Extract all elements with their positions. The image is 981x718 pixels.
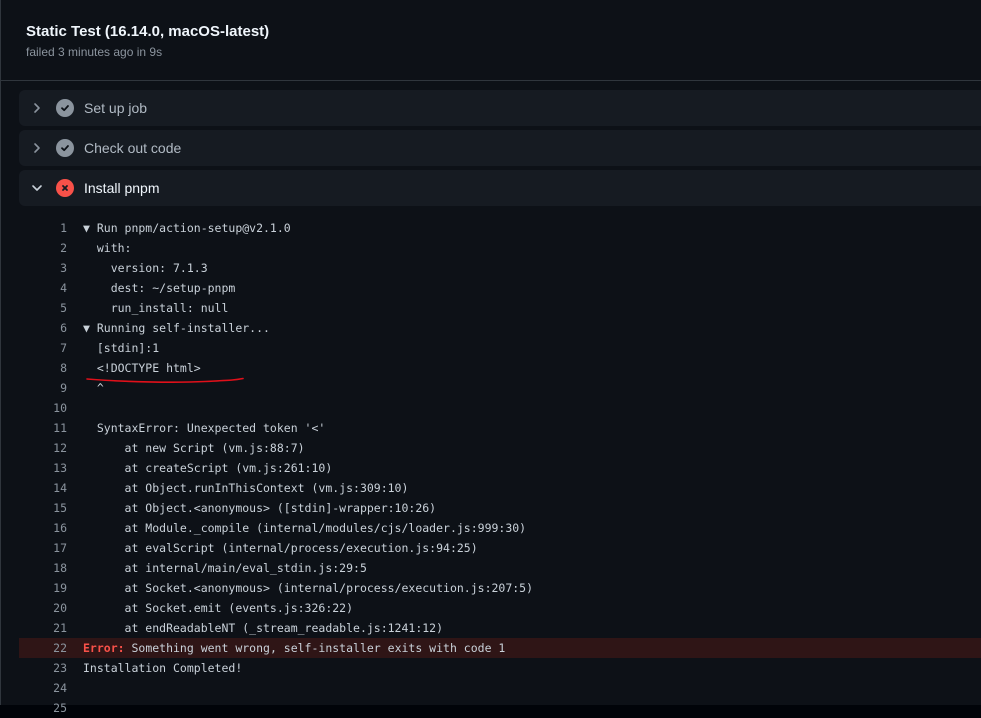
step-label: Set up job [84,100,148,116]
line-number[interactable]: 22 [19,638,67,658]
line-number[interactable]: 21 [19,618,67,638]
step-label: Check out code [84,140,182,156]
check-circle-icon [56,99,74,117]
job-title: Static Test (16.14.0, macOS-latest) [26,23,270,40]
line-number[interactable]: 3 [19,258,67,278]
log-output: 1 ▼ Run pnpm/action-setup@v2.1.0 2 with: 3 … [19,218,981,718]
line-number[interactable]: 12 [19,438,67,458]
step-install-pnpm[interactable]: Install pnpm [19,170,981,206]
log-line: 1 ▼ Run pnpm/action-setup@v2.1.0 [19,218,981,238]
log-text: at createScript (vm.js:261:10) [83,461,333,475]
log-line: 18 at internal/main/eval_stdin.js:29:5 [19,558,981,578]
log-line: 23 Installation Completed! [19,658,981,678]
log-text: at Socket.emit (events.js:326:22) [83,601,354,615]
log-text: at Object.<anonymous> ([stdin]-wrapper:1… [83,501,437,515]
line-number[interactable]: 19 [19,578,67,598]
log-text: version: 7.1.3 [83,261,208,275]
error-label: Error: [83,641,125,655]
log-line: 21 at endReadableNT (_stream_readable.js… [19,618,981,638]
log-line: 10 [19,398,981,418]
step-set-up-job[interactable]: Set up job [19,90,981,126]
log-text: dest: ~/setup-pnpm [83,281,236,295]
line-number[interactable]: 13 [19,458,67,478]
job-subtitle: failed 3 minutes ago in 9s [26,45,163,59]
job-panel: Static Test (16.14.0, macOS-latest) fail… [0,0,981,715]
log-line: 16 at Module._compile (internal/modules/… [19,518,981,538]
log-line: 4 dest: ~/setup-pnpm [19,278,981,298]
line-number[interactable]: 11 [19,418,67,438]
line-number[interactable]: 15 [19,498,67,518]
chevron-right-icon [29,140,45,156]
line-number[interactable]: 8 [19,358,67,378]
log-line: 6 ▼ Running self-installer... [19,318,981,338]
x-circle-icon [56,179,74,197]
line-number[interactable]: 7 [19,338,67,358]
line-number[interactable]: 17 [19,538,67,558]
line-number[interactable]: 10 [19,398,67,418]
log-text: at Object.runInThisContext (vm.js:309:10… [83,481,409,495]
log-line: 11 SyntaxError: Unexpected token '<' [19,418,981,438]
line-number[interactable]: 1 [19,218,67,238]
chevron-right-icon [29,100,45,116]
log-line: 3 version: 7.1.3 [19,258,981,278]
log-line: 13 at createScript (vm.js:261:10) [19,458,981,478]
log-text: at Module._compile (internal/modules/cjs… [83,521,527,535]
log-text: Installation Completed! [83,661,243,675]
log-line: 12 at new Script (vm.js:88:7) [19,438,981,458]
log-text: at Socket.<anonymous> (internal/process/… [83,581,534,595]
log-text: at evalScript (internal/process/executio… [83,541,478,555]
log-line: 25 [19,698,981,718]
line-number[interactable]: 24 [19,678,67,698]
log-text: ▼ Running self-installer... [83,321,270,335]
log-text: at internal/main/eval_stdin.js:29:5 [83,561,367,575]
line-number[interactable]: 6 [19,318,67,338]
log-line: 17 at evalScript (internal/process/execu… [19,538,981,558]
log-text: SyntaxError: Unexpected token '<' [83,421,326,435]
step-label: Install pnpm [84,180,160,196]
log-text: at endReadableNT (_stream_readable.js:12… [83,621,444,635]
line-number[interactable]: 14 [19,478,67,498]
log-line: 5 run_install: null [19,298,981,318]
error-message: Something went wrong, self-installer exi… [124,641,506,655]
log-text: at new Script (vm.js:88:7) [83,441,305,455]
log-text: [stdin]:1 [83,341,160,355]
log-line: 15 at Object.<anonymous> ([stdin]-wrappe… [19,498,981,518]
log-line: 2 with: [19,238,981,258]
log-line: 24 [19,678,981,698]
log-line-error: 22 Error: Something went wrong, self-inst… [19,638,981,658]
check-circle-icon [56,139,74,157]
log-text: ▼ Run pnpm/action-setup@v2.1.0 [83,221,291,235]
log-text: with: [83,241,132,255]
log-line: 19 at Socket.<anonymous> (internal/proce… [19,578,981,598]
log-line: 20 at Socket.emit (events.js:326:22) [19,598,981,618]
log-text: run_install: null [83,301,229,315]
line-number[interactable]: 25 [19,698,67,718]
log-line: 7 [stdin]:1 [19,338,981,358]
line-number[interactable]: 23 [19,658,67,678]
job-header: Static Test (16.14.0, macOS-latest) fail… [1,0,981,81]
line-number[interactable]: 4 [19,278,67,298]
line-number[interactable]: 9 [19,378,67,398]
line-number[interactable]: 16 [19,518,67,538]
log-text: Error: Something went wrong, self-instal… [67,638,505,658]
line-number[interactable]: 20 [19,598,67,618]
line-number[interactable]: 5 [19,298,67,318]
red-underline-annotation [86,377,244,383]
line-number[interactable]: 18 [19,558,67,578]
line-number[interactable]: 2 [19,238,67,258]
log-line: 14 at Object.runInThisContext (vm.js:309… [19,478,981,498]
chevron-down-icon [29,180,45,196]
step-check-out-code[interactable]: Check out code [19,130,981,166]
